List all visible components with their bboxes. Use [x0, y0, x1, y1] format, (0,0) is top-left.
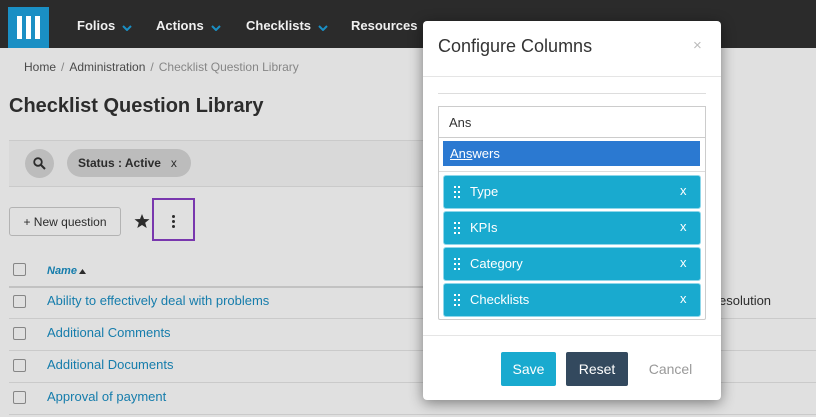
save-button[interactable]: Save: [501, 352, 556, 386]
column-chip-label: Category: [470, 256, 523, 271]
modal-title: Configure Columns: [438, 36, 593, 56]
remove-column-icon[interactable]: x: [680, 183, 687, 198]
drag-handle-icon[interactable]: [454, 186, 460, 198]
chevron-down-icon: [122, 1, 132, 53]
column-search-input[interactable]: [438, 106, 706, 138]
column-chip-label: Checklists: [470, 292, 530, 307]
reset-button[interactable]: Reset: [566, 352, 628, 386]
chevron-down-icon: [318, 1, 328, 53]
column-chip-checklists[interactable]: Checklists x: [444, 284, 700, 316]
nav-item-label: Folios: [77, 18, 116, 33]
remove-column-icon[interactable]: x: [680, 291, 687, 306]
remove-column-icon[interactable]: x: [680, 255, 687, 270]
column-chip-label: Type: [470, 184, 499, 199]
column-chip-type[interactable]: Type x: [444, 176, 700, 208]
logo-bar: [35, 16, 40, 39]
app-logo[interactable]: [8, 7, 49, 48]
nav-item-checklists[interactable]: Checklists: [246, 0, 328, 48]
nav-item-label: Checklists: [246, 18, 312, 33]
column-suggestions-dropdown: Answers: [439, 138, 705, 172]
nav-item-actions[interactable]: Actions: [156, 0, 221, 48]
modal-footer-divider: [423, 335, 721, 336]
modal-header-divider: [423, 76, 721, 77]
close-icon[interactable]: ×: [693, 37, 702, 54]
cancel-button[interactable]: Cancel: [638, 352, 703, 386]
nav-item-folios[interactable]: Folios: [77, 0, 132, 48]
option-rest-text: wers: [472, 146, 500, 161]
chevron-down-icon: [210, 1, 221, 53]
nav-item-resources[interactable]: Resources: [351, 0, 417, 48]
nav-item-label: Actions: [156, 18, 204, 33]
remove-column-icon[interactable]: x: [680, 219, 687, 234]
column-chip-label: KPIs: [470, 220, 498, 235]
drag-handle-icon[interactable]: [454, 258, 460, 270]
nav-item-label: Resources: [351, 18, 418, 33]
column-chip-category[interactable]: Category x: [444, 248, 700, 280]
option-match-text: Ans: [450, 146, 473, 161]
logo-bar: [17, 16, 22, 39]
column-chip-kpis[interactable]: KPIs x: [444, 212, 700, 244]
divider: [438, 93, 706, 94]
dropdown-option-answers[interactable]: Answers: [443, 141, 700, 166]
drag-handle-icon[interactable]: [454, 294, 460, 306]
logo-bar: [26, 16, 31, 39]
configure-columns-modal: Configure Columns × Answers Type x KPIs …: [423, 21, 721, 400]
drag-handle-icon[interactable]: [454, 222, 460, 234]
